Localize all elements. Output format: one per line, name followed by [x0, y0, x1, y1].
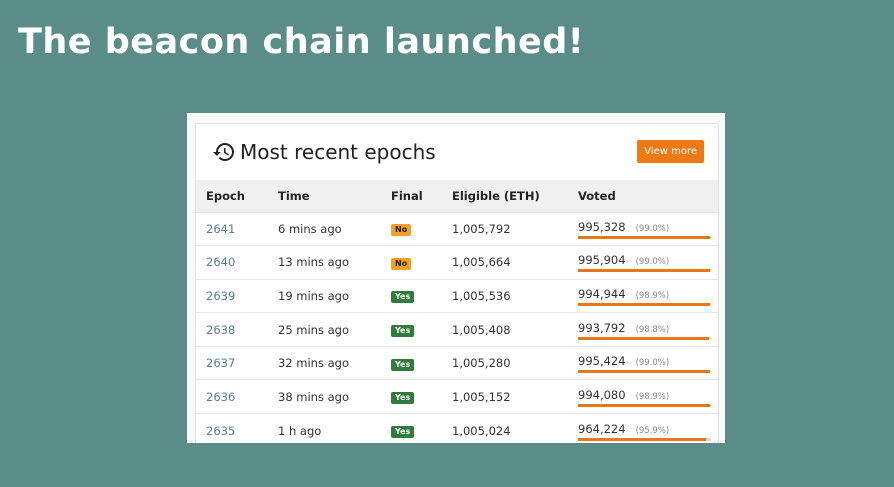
col-header-time[interactable]: Time: [278, 180, 391, 212]
epoch-link[interactable]: 2641: [206, 222, 235, 236]
voted-wrap: 995,328 (99.0%): [578, 219, 711, 239]
voted-progress-fill: [578, 336, 710, 340]
voted-wrap: 993,792 (98.8%): [578, 320, 711, 340]
table-row: 2636 38 mins ago Yes 1,005,152 994,080 (9…: [196, 379, 718, 414]
epochs-card: Most recent epochs View more Epoch Time …: [195, 123, 719, 443]
voted-percent: (99.0%): [635, 223, 670, 234]
voted-cell: 964,224 (95.9%): [578, 414, 718, 443]
time-cell: 32 mins ago: [278, 356, 350, 371]
voted-percent: (98.9%): [635, 391, 670, 402]
eligible-cell: 1,005,408: [452, 322, 511, 337]
epoch-link[interactable]: 2635: [206, 424, 235, 438]
voted-percent: (98.8%): [635, 324, 670, 335]
table-row: 2637 32 mins ago Yes 1,005,280 995,424 (9…: [196, 346, 718, 380]
voted-wrap: 994,080 (98.9%): [578, 387, 711, 407]
eligible-cell: 1,005,792: [452, 221, 511, 236]
voted-progress-bar: [578, 235, 711, 239]
voted-progress-fill: [578, 437, 706, 441]
voted-progress-bar: [578, 269, 711, 273]
col-header-epoch[interactable]: Epoch: [196, 180, 278, 212]
voted-cell: 994,080 (98.9%): [578, 380, 718, 414]
epoch-link[interactable]: 2638: [206, 323, 235, 337]
epoch-link[interactable]: 2640: [206, 255, 235, 269]
voted-progress-fill: [578, 403, 710, 407]
voted-progress-fill: [578, 269, 710, 273]
voted-wrap: 994,944 (98.9%): [578, 286, 711, 306]
voted-wrap: 995,424 (99.0%): [578, 354, 711, 374]
voted-value: 993,792: [578, 320, 626, 335]
slide-title: The beacon chain launched!: [18, 22, 585, 62]
eligible-cell: 1,005,664: [452, 255, 511, 270]
table-header-row: Epoch Time Final Eligible (ETH) Voted: [196, 180, 718, 212]
time-cell: 1 h ago: [278, 423, 322, 438]
voted-progress-fill: [578, 235, 710, 239]
epoch-link[interactable]: 2637: [206, 356, 235, 370]
voted-value: 995,328: [578, 219, 626, 234]
history-icon: [213, 143, 234, 161]
voted-cell: 995,424 (99.0%): [578, 346, 718, 380]
final-badge: No: [391, 257, 412, 270]
voted-percent: (95.9%): [635, 425, 670, 436]
voted-progress-bar: [578, 437, 711, 441]
eligible-cell: 1,005,024: [452, 423, 511, 438]
final-badge: Yes: [391, 392, 415, 405]
voted-value: 964,224: [578, 421, 626, 436]
screenshot-frame: Most recent epochs View more Epoch Time …: [187, 113, 725, 443]
epochs-table: Epoch Time Final Eligible (ETH) Voted 26…: [196, 180, 718, 443]
card-header: Most recent epochs View more: [196, 124, 718, 180]
voted-progress-fill: [578, 370, 710, 374]
col-header-voted[interactable]: Voted: [578, 180, 718, 212]
voted-percent: (99.0%): [635, 257, 670, 268]
col-header-eligible[interactable]: Eligible (ETH): [452, 180, 578, 212]
voted-value: 995,904: [578, 253, 626, 268]
voted-percent: (99.0%): [635, 358, 670, 369]
voted-value: 994,080: [578, 387, 626, 402]
table-row: 2640 13 mins ago No 1,005,664 995,904 (99…: [196, 245, 718, 280]
voted-cell: 995,328 (99.0%): [578, 212, 718, 246]
voted-progress-fill: [578, 302, 710, 306]
table-row: 2641 6 mins ago No 1,005,792 995,328 (99.…: [196, 212, 718, 246]
final-badge: Yes: [391, 291, 415, 304]
voted-progress-bar: [578, 403, 711, 407]
voted-wrap: 964,224 (95.9%): [578, 421, 711, 441]
voted-progress-bar: [578, 302, 711, 306]
table-row: 2635 1 h ago Yes 1,005,024 964,224 (95.9%…: [196, 413, 718, 443]
card-title: Most recent epochs: [240, 140, 436, 164]
epoch-link[interactable]: 2639: [206, 289, 235, 303]
eligible-cell: 1,005,536: [452, 288, 511, 303]
voted-wrap: 995,904 (99.0%): [578, 253, 711, 273]
time-cell: 13 mins ago: [278, 255, 350, 270]
table-row: 2639 19 mins ago Yes 1,005,536 994,944 (9…: [196, 279, 718, 313]
final-badge: No: [391, 224, 412, 237]
final-badge: Yes: [391, 325, 415, 338]
voted-progress-bar: [578, 336, 711, 340]
view-more-button[interactable]: View more: [637, 140, 704, 163]
voted-cell: 994,944 (98.9%): [578, 279, 718, 313]
epoch-link[interactable]: 2636: [206, 390, 235, 404]
voted-cell: 995,904 (99.0%): [578, 246, 718, 280]
table-row: 2638 25 mins ago Yes 1,005,408 993,792 (9…: [196, 312, 718, 347]
eligible-cell: 1,005,152: [452, 389, 511, 404]
time-cell: 6 mins ago: [278, 221, 342, 236]
final-badge: Yes: [391, 426, 415, 439]
voted-value: 995,424: [578, 354, 626, 369]
col-header-final[interactable]: Final: [391, 180, 452, 212]
voted-value: 994,944: [578, 286, 626, 301]
final-badge: Yes: [391, 358, 415, 371]
time-cell: 38 mins ago: [278, 389, 350, 404]
time-cell: 25 mins ago: [278, 322, 350, 337]
voted-percent: (98.9%): [635, 290, 670, 301]
time-cell: 19 mins ago: [278, 288, 350, 303]
voted-cell: 993,792 (98.8%): [578, 313, 718, 347]
eligible-cell: 1,005,280: [452, 356, 511, 371]
voted-progress-bar: [578, 370, 711, 374]
